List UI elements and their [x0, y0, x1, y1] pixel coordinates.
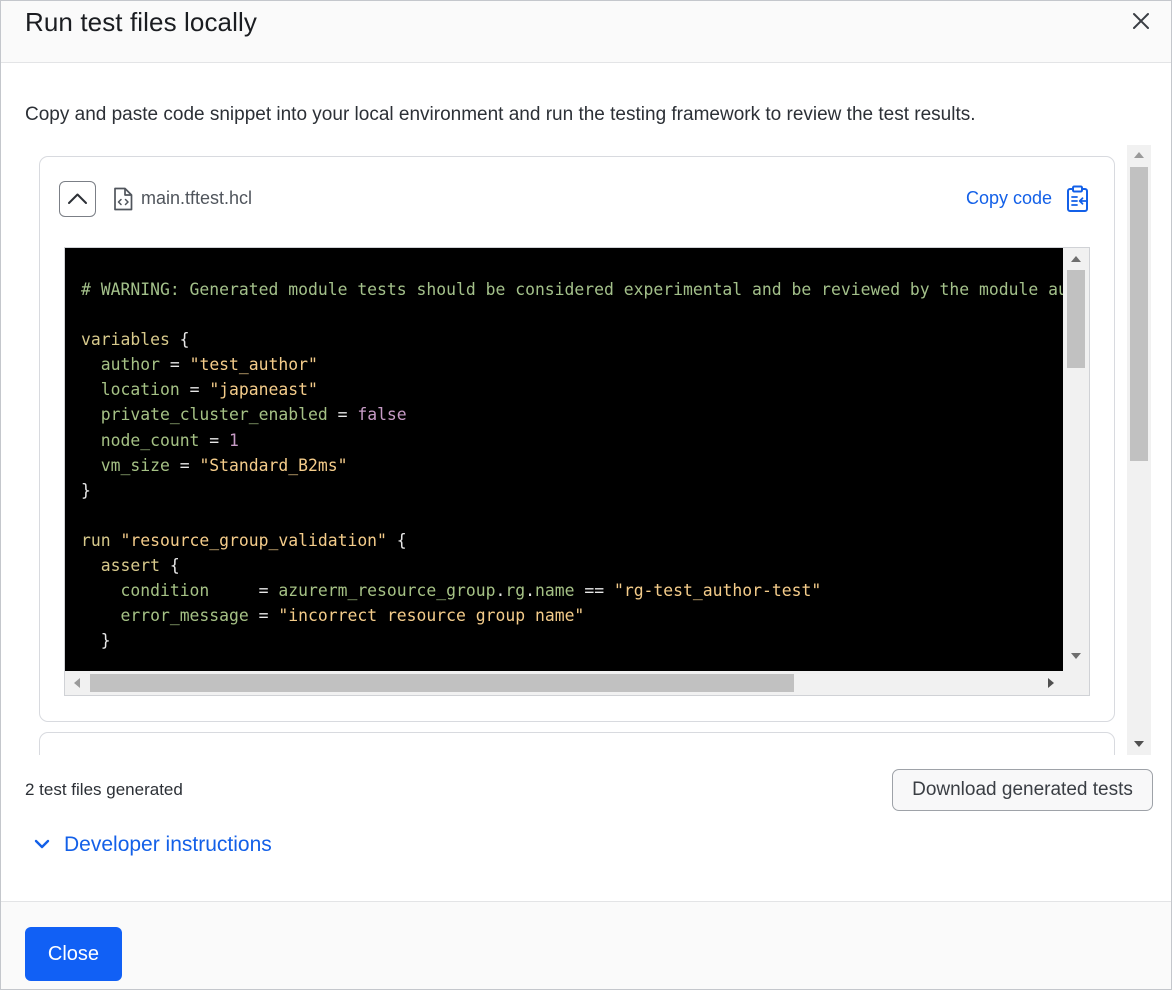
code-var-value: "Standard_B2ms" [199, 455, 348, 475]
chevron-down-icon[interactable] [33, 835, 51, 853]
scroll-left-arrow-icon[interactable] [73, 678, 81, 688]
code-comment-prefix: # [81, 280, 101, 299]
code-var-key: private_cluster_enabled [100, 405, 328, 425]
collapse-button[interactable] [59, 181, 96, 217]
close-button[interactable]: Close [25, 927, 122, 981]
intro-text: Copy and paste code snippet into your lo… [25, 104, 976, 125]
code-warning: WARNING: Generated module tests should b… [100, 280, 1063, 299]
code-var-key: node_count [100, 430, 200, 450]
code-assert-keyword: assert [100, 556, 160, 576]
code-vertical-thumb[interactable] [1067, 270, 1085, 368]
code-condition-value: "rg-test_author-test" [613, 581, 822, 601]
code-ref: name [534, 581, 575, 601]
code-vertical-scrollbar[interactable] [1063, 248, 1089, 671]
files-scroll-thumb[interactable] [1130, 167, 1148, 461]
modal-footer: Close [1, 901, 1171, 989]
code-snippet: # WARNING: Generated module tests should… [81, 277, 1063, 653]
code-run-name: "resource_group_validation" [120, 530, 387, 550]
chevron-up-icon [68, 193, 87, 204]
scroll-down-arrow-icon[interactable] [1071, 652, 1081, 660]
scroll-up-arrow-icon[interactable] [1071, 255, 1081, 263]
code-ref: azurerm_resource_group [278, 581, 496, 601]
code-var-value: "test_author" [189, 355, 318, 375]
code-run-keyword: run [81, 530, 111, 550]
close-icon[interactable] [1129, 9, 1153, 33]
file-name: main.tftest.hcl [141, 188, 253, 208]
run-tests-modal: Run test files locally Copy and paste co… [0, 0, 1172, 990]
developer-instructions-toggle[interactable]: Developer instructions [64, 833, 272, 857]
code-area[interactable]: # WARNING: Generated module tests should… [65, 248, 1063, 671]
code-var-key: location [100, 380, 180, 400]
code-horizontal-thumb[interactable] [90, 674, 794, 692]
files-scrollbar[interactable] [1127, 145, 1151, 755]
code-var-value: false [357, 405, 407, 425]
test-file-card: main.tftest.hcl Copy code # WARNING: Gen… [39, 156, 1115, 722]
code-var-value: 1 [229, 430, 239, 450]
code-var-value: "japaneast" [209, 380, 318, 400]
generated-count: 2 test files generated [25, 780, 183, 799]
modal-title: Run test files locally [25, 7, 257, 37]
scroll-right-arrow-icon[interactable] [1047, 678, 1055, 688]
code-block[interactable]: # WARNING: Generated module tests should… [64, 247, 1090, 696]
code-var-key: vm_size [100, 455, 170, 475]
code-error-value: "incorrect resource group name" [278, 606, 585, 626]
code-file-icon [114, 187, 133, 211]
clipboard-icon[interactable] [1066, 185, 1090, 213]
files-scroll-area[interactable]: main.tftest.hcl Copy code # WARNING: Gen… [25, 145, 1153, 755]
code-variables-keyword: variables [81, 330, 170, 350]
code-var-key: author [100, 355, 160, 375]
code-condition-key: condition [120, 581, 210, 601]
download-tests-button[interactable]: Download generated tests [892, 769, 1153, 811]
modal-header: Run test files locally [1, 1, 1171, 63]
scroll-up-arrow-icon[interactable] [1134, 151, 1144, 159]
code-horizontal-scrollbar[interactable] [65, 671, 1089, 695]
copy-code-link[interactable]: Copy code [966, 188, 1052, 209]
test-file-card [39, 732, 1115, 755]
code-error-key: error_message [120, 606, 249, 626]
scroll-down-arrow-icon[interactable] [1134, 740, 1144, 748]
code-ref: rg [505, 581, 526, 601]
